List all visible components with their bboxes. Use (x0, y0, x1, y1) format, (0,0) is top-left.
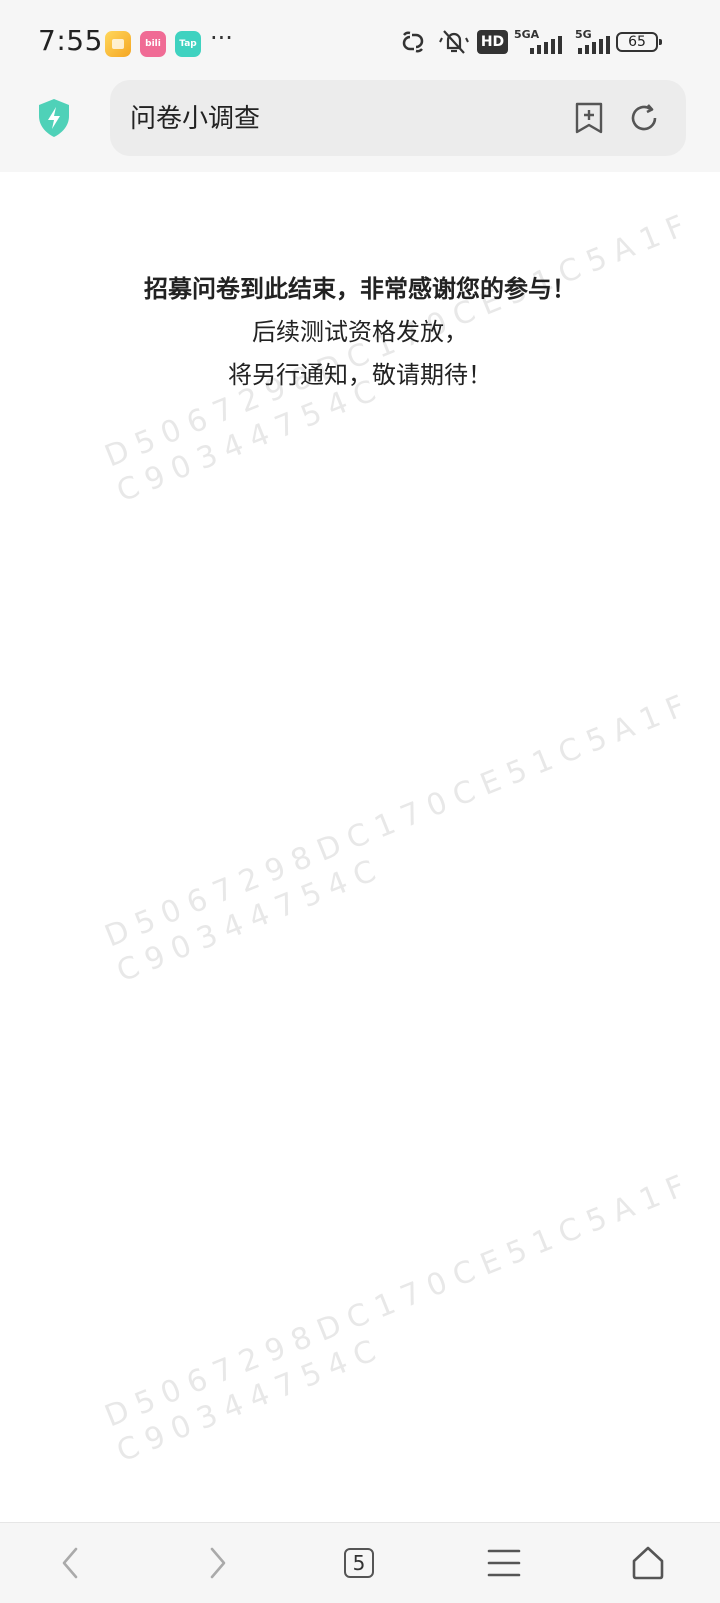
end-message-line-3: 将另行通知，敬请期待！ (228, 361, 492, 389)
hd-voice-badge: HD (477, 30, 508, 54)
more-notifications-icon: ··· (210, 24, 233, 52)
address-bar[interactable]: 问卷小调查 (110, 80, 686, 156)
browser-bottom-nav: 5 (0, 1522, 720, 1603)
reload-icon[interactable] (628, 102, 660, 134)
mute-bell-icon (439, 30, 469, 54)
status-time: 7:55 (38, 24, 103, 57)
battery-indicator: 65 (616, 32, 662, 52)
tab-count-badge: 5 (344, 1548, 374, 1578)
add-bookmark-icon[interactable] (574, 101, 604, 135)
signal-icon-2 (578, 36, 610, 54)
gallery-icon (105, 31, 131, 57)
chevron-left-icon (62, 1547, 78, 1579)
back-button[interactable] (46, 1539, 94, 1587)
tabs-button[interactable]: 5 (335, 1539, 383, 1587)
hamburger-menu-icon (487, 1549, 521, 1577)
security-shield-icon[interactable] (37, 98, 71, 138)
page-content: D5067298DC170CE51C5A1F C90344754C 招募问卷到此… (0, 172, 720, 1522)
link-icon (402, 31, 424, 53)
page-title: 问卷小调查 (130, 104, 261, 134)
end-message-line-2: 后续测试资格发放， (252, 318, 468, 346)
taptap-icon: Tap (175, 31, 201, 57)
home-icon (632, 1546, 664, 1580)
forward-button[interactable] (194, 1539, 242, 1587)
status-bar: 7:55 bili Tap ··· HD 5GA 5G 65 (0, 0, 720, 80)
end-message-title: 招募问卷到此结束，非常感谢您的参与！ (144, 275, 576, 303)
home-button[interactable] (624, 1539, 672, 1587)
watermark-line-1: D5067298DC170CE51C5A1F (100, 1165, 699, 1435)
chevron-right-icon (210, 1547, 226, 1579)
signal-icon-1 (530, 36, 562, 54)
watermark-line-1: D5067298DC170CE51C5A1F (100, 685, 699, 955)
menu-button[interactable] (480, 1539, 528, 1587)
bilibili-icon: bili (140, 31, 166, 57)
browser-toolbar: 问卷小调查 (0, 80, 720, 172)
